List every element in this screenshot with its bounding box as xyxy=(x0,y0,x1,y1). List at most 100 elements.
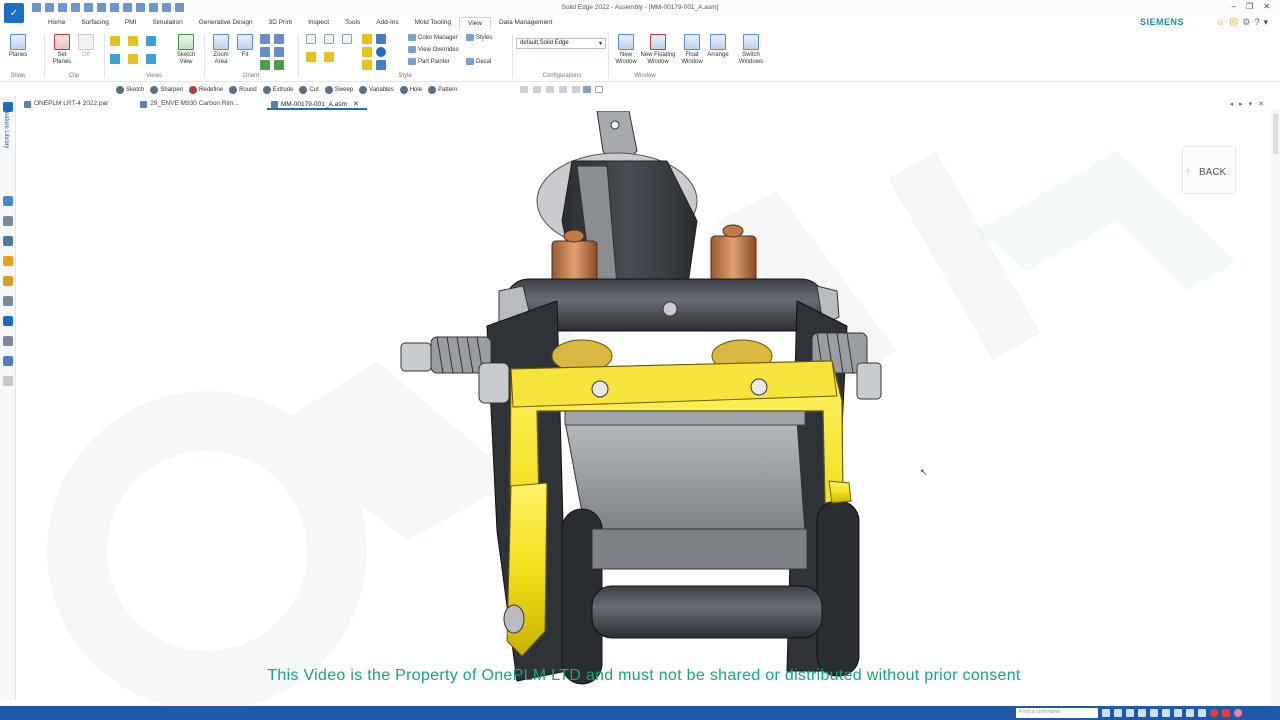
minimize-icon[interactable]: – xyxy=(1232,2,1236,11)
shadows-icon[interactable] xyxy=(362,47,372,57)
sphere-icon[interactable] xyxy=(376,47,386,57)
config-palette-icon[interactable] xyxy=(583,86,591,93)
view-iso-icon[interactable] xyxy=(110,54,120,64)
view-right-icon[interactable] xyxy=(146,36,156,46)
back-button[interactable]: BACK ‹ xyxy=(1182,146,1236,194)
tab-list-icon[interactable]: ▾ xyxy=(1249,100,1253,108)
style-status-icon[interactable] xyxy=(1174,709,1182,717)
arrange-button[interactable]: Arrange xyxy=(704,34,732,59)
part-painter-button[interactable]: Part Painter xyxy=(408,58,450,65)
assembly-tools-icon[interactable] xyxy=(3,336,13,346)
fit-button[interactable]: Fit xyxy=(236,34,254,59)
stop-status-icon[interactable] xyxy=(1222,709,1230,717)
view-trimetric-icon[interactable] xyxy=(146,54,156,64)
set-planes-button[interactable]: Set Planes xyxy=(50,34,74,66)
reflections-icon[interactable] xyxy=(362,60,372,70)
sensors-icon[interactable] xyxy=(3,256,13,266)
visible-edges-icon[interactable] xyxy=(306,52,316,62)
cmd-sketch[interactable]: Sketch xyxy=(116,85,144,94)
view-status-icon[interactable] xyxy=(1150,709,1158,717)
help-icon[interactable]: ? xyxy=(1254,17,1259,28)
zoom-icon[interactable] xyxy=(260,34,270,44)
pan-status-icon[interactable] xyxy=(1126,709,1134,717)
look-at-icon[interactable] xyxy=(260,60,270,70)
zoom-area-button[interactable]: Zoom Area xyxy=(208,34,234,66)
application-menu-icon[interactable]: ✓ xyxy=(4,3,24,23)
tab-3d-print[interactable]: 3D Print xyxy=(261,17,300,29)
configuration-dropdown[interactable]: default,Solid Edge ▾ xyxy=(516,38,606,49)
new-floating-window-button[interactable]: New Floating Window xyxy=(640,34,676,66)
tab-add-ins[interactable]: Add-Ins xyxy=(368,17,406,29)
tab-mold-tooling[interactable]: Mold Tooling xyxy=(407,17,459,29)
scroll-thumb[interactable] xyxy=(1273,114,1278,154)
config-display-icon[interactable] xyxy=(559,86,567,93)
tab-right-icon[interactable]: ▸ xyxy=(1239,100,1243,108)
assembly-model[interactable] xyxy=(17,111,1271,705)
select-tools-icon[interactable] xyxy=(3,236,13,246)
tab-tools[interactable]: Tools xyxy=(337,17,368,29)
cmd-redefine[interactable]: Redefine xyxy=(189,85,223,94)
display-mode-icon[interactable] xyxy=(362,34,372,44)
config-toggle-icon[interactable] xyxy=(595,86,603,93)
shaded-icon[interactable] xyxy=(306,34,316,44)
cmd-sharpen[interactable]: Sharpen xyxy=(150,85,183,94)
sketch-view-button[interactable]: Sketch View xyxy=(172,34,200,66)
close-tab-icon[interactable]: ✕ xyxy=(353,101,359,108)
find-command-input[interactable]: Find a command xyxy=(1016,708,1098,718)
cmd-variables[interactable]: Variables xyxy=(359,85,394,94)
tab-generative-design[interactable]: Generative Design xyxy=(191,17,261,29)
rotate-status-icon[interactable] xyxy=(1138,709,1146,717)
doc-tab-mm-00179[interactable]: MM-00179-001_A.asm ✕ xyxy=(266,98,367,110)
float-window-button[interactable]: Float Window xyxy=(678,34,706,66)
relationships-icon[interactable] xyxy=(3,276,13,286)
shaded-edges-icon[interactable] xyxy=(324,34,334,44)
vertical-scrollbar[interactable] xyxy=(1271,110,1280,705)
cmd-round[interactable]: Round xyxy=(229,85,257,94)
frown-icon[interactable]: ☹ xyxy=(1229,17,1238,28)
planes-button[interactable]: Planes xyxy=(6,34,30,59)
config-zone-icon[interactable] xyxy=(572,86,580,93)
wireframe-icon[interactable] xyxy=(342,34,352,44)
tab-simulation[interactable]: Simulation xyxy=(144,17,190,29)
view-top-icon[interactable] xyxy=(128,36,138,46)
decal-button[interactable]: Decal xyxy=(466,58,491,65)
reports-icon[interactable] xyxy=(3,296,13,306)
render-status-icon[interactable] xyxy=(1186,709,1194,717)
graphics-window[interactable]: BACK ‹ This Video is the Property of One… xyxy=(17,111,1271,705)
previous-view-icon[interactable] xyxy=(274,60,284,70)
cmd-pattern[interactable]: Pattern xyxy=(428,85,457,94)
pan-icon[interactable] xyxy=(274,34,284,44)
config-load-icon[interactable] xyxy=(533,86,541,93)
restore-icon[interactable]: ❐ xyxy=(1246,2,1253,11)
close-icon[interactable]: ✕ xyxy=(1263,2,1270,11)
feature-library-tab[interactable]: Feature Library xyxy=(3,108,9,149)
settings-status-icon[interactable] xyxy=(1234,709,1242,717)
family-icon[interactable] xyxy=(3,316,13,326)
render-icon[interactable] xyxy=(376,34,386,44)
tab-view[interactable]: View xyxy=(459,17,491,29)
spin-icon[interactable] xyxy=(274,47,284,57)
cmd-sweep[interactable]: Sweep xyxy=(324,85,353,94)
zoom-status-icon[interactable] xyxy=(1102,709,1110,717)
color-manager-button[interactable]: Color Manager xyxy=(408,34,458,41)
doc-tab-enve-rim[interactable]: 29_ENVE M930 Carbon Rim... xyxy=(136,98,247,110)
rotate-icon[interactable] xyxy=(260,47,270,57)
parts-library-icon[interactable] xyxy=(3,216,13,226)
new-window-button[interactable]: New Window xyxy=(612,34,640,66)
settings-icon[interactable]: ⚙ xyxy=(1242,17,1250,28)
sketch-status-icon[interactable] xyxy=(1162,709,1170,717)
config-save-icon[interactable] xyxy=(520,86,528,93)
cmd-hole[interactable]: Hole xyxy=(399,85,422,94)
tab-left-icon[interactable]: ◂ xyxy=(1230,100,1234,108)
ribbon-minimize-icon[interactable]: ▾ xyxy=(1263,17,1268,28)
tab-data-management[interactable]: Data Management xyxy=(491,17,560,29)
tab-pmi[interactable]: PMI xyxy=(117,17,145,29)
properties-icon[interactable] xyxy=(3,356,13,366)
clip-off-button[interactable]: Off xyxy=(76,34,96,59)
grid-status-icon[interactable] xyxy=(1198,709,1206,717)
record-status-icon[interactable] xyxy=(1210,709,1218,717)
lighting-icon[interactable] xyxy=(376,60,386,70)
view-overrides-button[interactable]: View Overrides xyxy=(408,46,459,53)
cmd-cut[interactable]: Cut xyxy=(299,85,319,94)
tab-inspect[interactable]: Inspect xyxy=(300,17,337,29)
